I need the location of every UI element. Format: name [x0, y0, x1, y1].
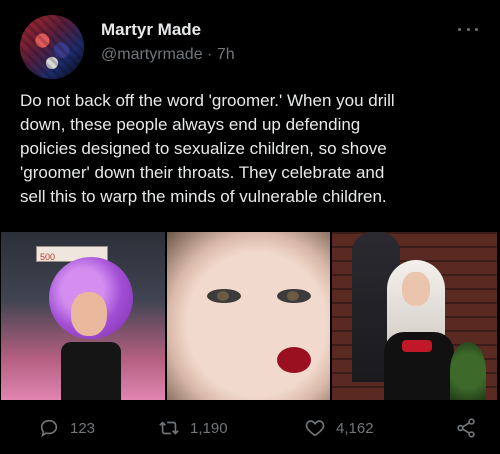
tweet-text: Do not back off the word 'groomer.' When…: [20, 91, 395, 206]
avatar[interactable]: [20, 15, 84, 79]
reply-icon: [40, 419, 58, 438]
heart-icon: [305, 420, 325, 437]
tweet-media: 500: [1, 232, 499, 400]
retweet-icon: [159, 421, 179, 435]
photo-sign-text: 500: [40, 252, 56, 262]
photo-eye-left: [207, 289, 241, 303]
author-name[interactable]: Martyr Made: [101, 20, 201, 40]
photo-face-shape: [71, 292, 107, 336]
media-photo-2[interactable]: [167, 232, 330, 400]
tweet-time[interactable]: 7h: [217, 46, 235, 63]
tweet-actions: 123 1,190 4,162: [0, 411, 500, 445]
photo-eye-right: [277, 289, 311, 303]
photo-lips-shape: [277, 347, 311, 373]
media-photo-1[interactable]: 500: [1, 232, 165, 400]
reply-count: 123: [70, 419, 96, 437]
share-button[interactable]: [455, 411, 477, 445]
photo-face-shape: [402, 272, 430, 306]
photo-dress-shape: [61, 342, 121, 400]
retweet-button[interactable]: 1,190: [158, 411, 228, 445]
photo-plant-shape: [450, 342, 486, 400]
media-photo-3[interactable]: [332, 232, 497, 400]
retweet-count: 1,190: [190, 419, 228, 437]
reply-button[interactable]: 123: [38, 411, 95, 445]
like-count: 4,162: [336, 419, 374, 437]
author-handle[interactable]: @martyrmade: [101, 46, 203, 63]
more-dots-icon[interactable]: [458, 24, 478, 34]
tweet-meta: @martyrmade · 7h: [101, 46, 235, 64]
like-button[interactable]: 4,162: [304, 411, 374, 445]
meta-separator: ·: [207, 46, 213, 63]
share-icon: [457, 418, 475, 438]
photo-dress-shape: [384, 332, 454, 400]
